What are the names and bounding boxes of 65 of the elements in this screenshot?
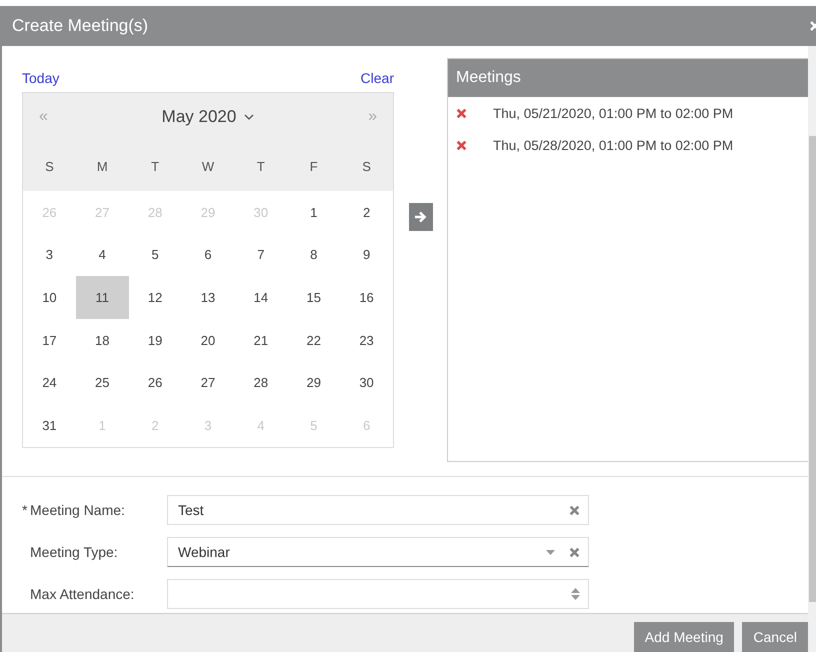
calendar-day[interactable]: 23 [340,319,393,362]
calendar-day[interactable]: 2 [340,191,393,234]
close-icon[interactable] [810,21,816,31]
field-value: Test [178,502,204,518]
calendar-day[interactable]: 11 [76,276,129,319]
meeting-entry: Thu, 05/21/2020, 01:00 PM to 02:00 PM [493,106,734,120]
calendar-day[interactable]: 31 [23,404,76,447]
weekday-label: S [44,158,55,176]
calendar-day[interactable]: 26 [128,362,182,404]
field-label: Max Attendance: [29,586,136,602]
calendar-day[interactable]: 21 [234,319,288,362]
calendar-day[interactable]: 22 [287,319,340,362]
arrow-right-icon [414,210,428,224]
number-field[interactable] [167,579,589,609]
field-label: Meeting Name: [30,502,125,518]
clear-icon[interactable] [569,504,580,516]
meeting-entry: Thu, 05/28/2020, 01:00 PM to 02:00 PM [493,138,734,152]
calendar-day[interactable]: 29 [287,362,340,404]
calendar-day[interactable]: 28 [234,362,288,404]
calendar-day[interactable]: 13 [182,276,234,319]
clear-icon[interactable] [569,546,580,558]
window-title: Create Meeting(s) [12,16,148,36]
weekday-label: S [361,158,372,176]
clear-link[interactable]: Clear [360,70,394,86]
calendar-day[interactable]: 20 [182,319,234,362]
calendar-day[interactable]: 7 [234,234,288,276]
scrollbar[interactable] [808,46,816,652]
calendar-day[interactable]: 3 [23,234,76,276]
calendar-day[interactable]: 4 [76,234,129,276]
calendar-day[interactable]: 30 [340,362,393,404]
calendar-day[interactable]: 9 [340,234,393,276]
calendar-day[interactable]: 8 [287,234,340,276]
dropdown-caret-icon[interactable] [546,550,555,554]
meetings-header: Meetings [448,59,808,97]
calendar-day[interactable]: 24 [23,362,76,404]
spinner-icon[interactable] [571,588,580,600]
meeting-type-dropdown[interactable]: Webinar [167,537,589,567]
weekday-label: T [256,158,266,176]
required-mark: * [22,502,28,518]
weekday-label: F [308,158,319,176]
weekday-label: M [96,158,109,176]
today-link[interactable]: Today [22,70,60,86]
calendar-day[interactable]: 27 [182,362,234,404]
calendar-day[interactable]: 18 [76,319,129,362]
calendar-day[interactable]: 19 [128,319,182,362]
field-label: Meeting Type: [29,544,119,560]
remove-icon[interactable] [456,140,467,150]
calendar-day[interactable]: 12 [128,276,182,319]
add-to-list-button[interactable] [408,203,432,231]
calendar-day[interactable]: 17 [23,319,76,362]
calendar-day[interactable]: 25 [76,362,129,404]
weekday-label: W [200,158,216,176]
calendar-day[interactable]: 10 [23,276,76,319]
chevron-down-icon[interactable] [244,114,254,120]
calendar-day[interactable]: 16 [340,276,393,319]
calendar-day[interactable]: 14 [234,276,288,319]
calendar-day[interactable]: 5 [128,234,182,276]
month-selector[interactable]: May 2020 [162,107,254,127]
calendar-day[interactable]: 6 [182,234,234,276]
calendar-day[interactable]: 15 [287,276,340,319]
field-value: Webinar [178,544,230,560]
remove-icon[interactable] [456,108,467,118]
input-field[interactable]: Test [167,495,589,525]
calendar-day[interactable]: 1 [287,191,340,234]
weekday-label: T [150,158,160,176]
